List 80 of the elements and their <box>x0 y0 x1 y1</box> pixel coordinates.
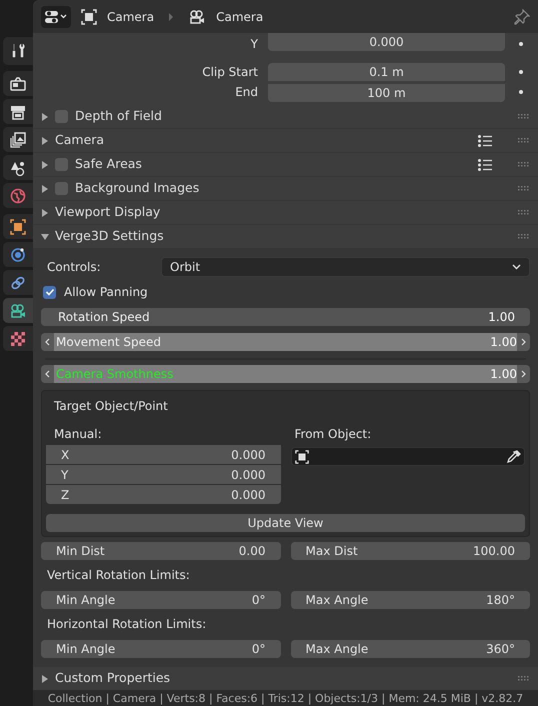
editor-type-button[interactable] <box>41 6 71 28</box>
orbit-circle-icon <box>10 246 26 262</box>
panel-title[interactable]: Verge3D Settings <box>55 227 164 246</box>
number-field[interactable]: 0.1 m <box>268 63 505 81</box>
dropdown-caret-icon <box>512 264 521 270</box>
drag-grip-icon[interactable] <box>518 676 530 681</box>
wrench-screwdriver-icon <box>10 43 26 59</box>
breadcrumb-label: Camera <box>107 8 154 26</box>
checkerboard-icon <box>10 330 26 346</box>
drag-grip-icon[interactable] <box>518 162 530 167</box>
preset-list-icon[interactable] <box>478 134 492 146</box>
section-label: Vertical Rotation Limits: <box>46 567 191 584</box>
properties-tab[interactable] <box>3 37 33 65</box>
checkbox[interactable] <box>55 182 68 195</box>
panel-title[interactable]: Background Images <box>75 179 200 198</box>
movie-camera-icon <box>188 8 206 24</box>
chain-link-icon <box>10 274 26 290</box>
number-field[interactable]: X 0.000 <box>46 445 280 464</box>
panel-title[interactable]: Viewport Display <box>55 203 160 222</box>
checkbox-label: Allow Panning <box>64 284 148 301</box>
panel-title[interactable]: Depth of Field <box>75 107 162 126</box>
camera-back-icon <box>10 76 26 90</box>
update-view-button[interactable]: Update View <box>46 514 525 532</box>
property-label: End <box>234 84 259 101</box>
status-bar-text: Collection | Camera | Verts:8 | Faces:6 | Tris:12 | Objects:1/3 | Mem: 24.5 MiB | v2.82.7 <box>48 690 524 706</box>
object-square-icon <box>81 8 97 24</box>
drag-grip-icon[interactable] <box>518 234 530 239</box>
properties-tab[interactable] <box>3 298 33 323</box>
property-label: Y <box>250 36 259 53</box>
properties-tab[interactable] <box>3 326 33 351</box>
field-label: Controls: <box>46 259 102 276</box>
properties-tab[interactable] <box>3 127 33 152</box>
drag-grip-icon[interactable] <box>518 138 530 143</box>
number-field[interactable]: Max Dist 100.00 <box>290 542 530 560</box>
properties-tab[interactable] <box>3 242 33 267</box>
number-slider[interactable]: Rotation Speed 1.00 <box>41 308 530 326</box>
panel-title[interactable]: Custom Properties <box>55 669 170 688</box>
number-field[interactable]: Z 0.000 <box>46 485 280 504</box>
properties-tab[interactable] <box>3 270 33 295</box>
number-field[interactable]: Y 0.000 <box>46 465 280 484</box>
controls-dropdown[interactable]: Orbit <box>161 257 530 277</box>
drag-grip-icon[interactable] <box>518 210 530 215</box>
preset-list-icon[interactable] <box>478 158 492 170</box>
number-field[interactable]: 100 m <box>268 84 505 102</box>
panel-title[interactable]: Safe Areas <box>75 155 142 174</box>
checkbox[interactable] <box>43 286 56 298</box>
pin-icon[interactable] <box>514 8 530 24</box>
number-field[interactable]: 0.000 <box>268 33 505 51</box>
properties-tab[interactable] <box>3 99 33 124</box>
number-stepper-field[interactable]: Movement Speed 1.00 <box>41 333 530 351</box>
movie-camera-icon <box>9 302 27 318</box>
group-title: Target Object/Point <box>53 398 169 413</box>
drag-grip-icon[interactable] <box>518 186 530 191</box>
printer-icon <box>10 104 26 120</box>
field-label: Manual: <box>53 426 103 441</box>
breadcrumb-label: Camera <box>216 8 264 26</box>
object-square-icon <box>294 450 308 464</box>
property-label: Clip Start <box>201 64 259 81</box>
breadcrumb-separator-icon <box>168 12 174 20</box>
object-square-icon <box>10 218 26 234</box>
number-field[interactable]: Max Angle 360° <box>290 640 530 658</box>
section-label: Horizontal Rotation Limits: <box>46 616 208 633</box>
number-field[interactable]: Max Angle 180° <box>290 591 530 609</box>
panel-title[interactable]: Camera <box>55 131 104 150</box>
number-stepper-field[interactable]: Camera Smothness 1.00 <box>41 365 530 383</box>
field-label: From Object: <box>294 426 372 441</box>
globe-icon <box>10 188 26 204</box>
image-stack-icon <box>10 132 26 148</box>
number-field[interactable]: Min Angle 0° <box>41 591 280 609</box>
drag-grip-icon[interactable] <box>518 114 530 119</box>
checkbox[interactable] <box>55 158 68 171</box>
checkbox[interactable] <box>55 110 68 123</box>
properties-tab[interactable] <box>3 71 33 96</box>
number-field[interactable]: Min Angle 0° <box>41 640 280 658</box>
number-field[interactable]: Min Dist 0.00 <box>41 542 280 560</box>
eyedropper-icon[interactable] <box>507 450 521 464</box>
properties-tab[interactable] <box>3 155 33 180</box>
object-picker-field[interactable] <box>290 447 525 466</box>
shapes-icon <box>10 160 26 176</box>
properties-tab[interactable] <box>3 214 33 239</box>
